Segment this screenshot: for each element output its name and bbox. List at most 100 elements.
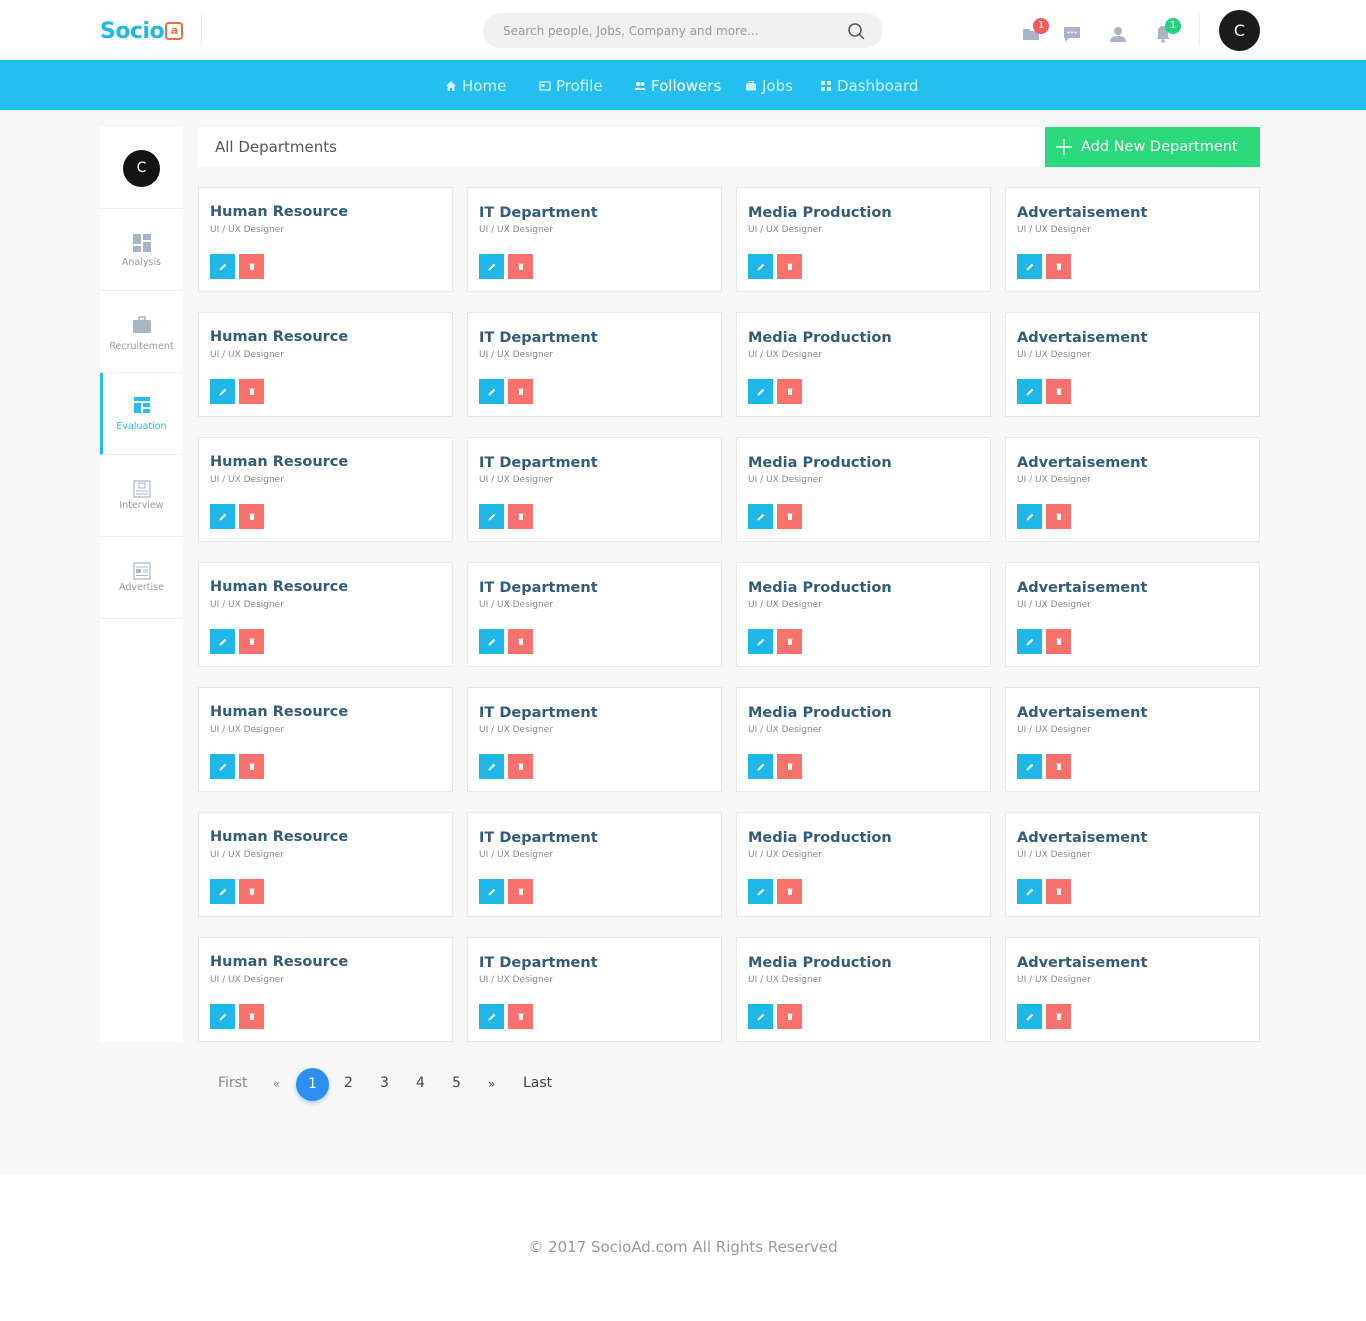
department-subtitle: UI / UX Designer (1017, 225, 1091, 235)
department-subtitle: UI / UX Designer (1017, 600, 1091, 610)
user-button[interactable] (1108, 24, 1128, 44)
message-button[interactable] (1062, 24, 1082, 44)
edit-button[interactable] (748, 254, 773, 279)
edit-button[interactable] (748, 504, 773, 529)
edit-button[interactable] (748, 379, 773, 404)
page-number[interactable]: 5 (452, 1075, 461, 1091)
sidebar-item-interview[interactable]: Interview (100, 455, 183, 537)
page-prev[interactable]: « (273, 1077, 280, 1091)
page-number[interactable]: 3 (380, 1075, 389, 1091)
department-card: Advertaisement UI / UX Designer (1005, 812, 1260, 917)
delete-button[interactable] (239, 879, 264, 904)
notification-button[interactable]: 1 (1153, 18, 1181, 44)
delete-button[interactable] (777, 254, 802, 279)
delete-button[interactable] (508, 504, 533, 529)
department-card: IT Department UI / UX Designer (467, 937, 722, 1042)
delete-button[interactable] (1046, 754, 1071, 779)
logo[interactable]: Socio a (100, 16, 184, 46)
nav-item-home[interactable]: Home (445, 75, 506, 97)
delete-button[interactable] (777, 379, 802, 404)
edit-button[interactable] (1017, 879, 1042, 904)
sidebar-item-recruitement[interactable]: Recruitement (100, 291, 183, 373)
department-card: IT Department UI / UX Designer (467, 687, 722, 792)
edit-button[interactable] (479, 879, 504, 904)
delete-button[interactable] (1046, 379, 1071, 404)
delete-button[interactable] (239, 379, 264, 404)
page-number[interactable]: 4 (416, 1075, 425, 1091)
edit-button[interactable] (210, 254, 235, 279)
sidebar-item-analysis[interactable]: Analysis (100, 209, 183, 291)
edit-button[interactable] (748, 879, 773, 904)
delete-button[interactable] (239, 254, 264, 279)
edit-button[interactable] (210, 1004, 235, 1029)
department-subtitle: UI / UX Designer (479, 975, 553, 985)
delete-button[interactable] (239, 504, 264, 529)
edit-button[interactable] (748, 754, 773, 779)
delete-button[interactable] (1046, 879, 1071, 904)
edit-button[interactable] (210, 754, 235, 779)
delete-button[interactable] (239, 1004, 264, 1029)
edit-button[interactable] (748, 629, 773, 654)
delete-button[interactable] (508, 754, 533, 779)
page-number-active[interactable]: 1 (296, 1068, 329, 1101)
edit-button[interactable] (479, 504, 504, 529)
delete-button[interactable] (508, 629, 533, 654)
edit-button[interactable] (1017, 504, 1042, 529)
nav-item-profile[interactable]: Profile (539, 75, 603, 97)
delete-button[interactable] (508, 254, 533, 279)
delete-button[interactable] (1046, 629, 1071, 654)
delete-button[interactable] (1046, 1004, 1071, 1029)
nav-item-dashboard[interactable]: Dashboard (820, 75, 918, 97)
edit-button[interactable] (479, 379, 504, 404)
logo-text: Socio (100, 18, 165, 44)
page-next[interactable]: » (488, 1077, 495, 1091)
edit-button[interactable] (210, 504, 235, 529)
edit-button[interactable] (1017, 629, 1042, 654)
delete-button[interactable] (777, 879, 802, 904)
search-input[interactable] (483, 13, 833, 48)
delete-button[interactable] (777, 754, 802, 779)
edit-button[interactable] (479, 1004, 504, 1029)
add-department-button[interactable]: Add New Department (1045, 127, 1260, 167)
delete-button[interactable] (1046, 504, 1071, 529)
department-subtitle: UI / UX Designer (1017, 725, 1091, 735)
nav-item-jobs[interactable]: Jobs (745, 75, 793, 97)
nav-label: Jobs (762, 77, 793, 95)
page-last[interactable]: Last (523, 1075, 552, 1091)
nav-item-followers[interactable]: Followers (634, 75, 721, 97)
edit-button[interactable] (1017, 1004, 1042, 1029)
delete-button[interactable] (239, 754, 264, 779)
mail-button[interactable]: 1 (1021, 18, 1049, 44)
edit-button[interactable] (479, 254, 504, 279)
delete-button[interactable] (508, 1004, 533, 1029)
trash-icon (518, 638, 523, 645)
top-header: Socio a 1 1 C (0, 0, 1366, 60)
delete-button[interactable] (1046, 254, 1071, 279)
page-first[interactable]: First (218, 1075, 247, 1091)
pencil-icon (219, 513, 226, 520)
avatar[interactable]: C (1219, 10, 1260, 51)
sidebar-avatar[interactable]: C (123, 150, 160, 187)
edit-button[interactable] (210, 379, 235, 404)
edit-button[interactable] (479, 629, 504, 654)
edit-button[interactable] (1017, 379, 1042, 404)
edit-button[interactable] (479, 754, 504, 779)
department-card: Human Resource UI / UX Designer (198, 562, 453, 667)
edit-button[interactable] (1017, 754, 1042, 779)
delete-button[interactable] (777, 629, 802, 654)
sidebar-item-evaluation[interactable]: Evaluation (100, 373, 183, 455)
delete-button[interactable] (777, 1004, 802, 1029)
delete-button[interactable] (508, 879, 533, 904)
delete-button[interactable] (777, 504, 802, 529)
department-name: Media Production (748, 580, 892, 596)
edit-button[interactable] (210, 629, 235, 654)
sidebar-item-advertise[interactable]: Advertise (100, 537, 183, 619)
edit-button[interactable] (1017, 254, 1042, 279)
edit-button[interactable] (748, 1004, 773, 1029)
search-icon[interactable] (847, 22, 865, 40)
delete-button[interactable] (508, 379, 533, 404)
delete-button[interactable] (239, 629, 264, 654)
trash-icon (787, 513, 792, 520)
edit-button[interactable] (210, 879, 235, 904)
page-number[interactable]: 2 (344, 1075, 353, 1091)
